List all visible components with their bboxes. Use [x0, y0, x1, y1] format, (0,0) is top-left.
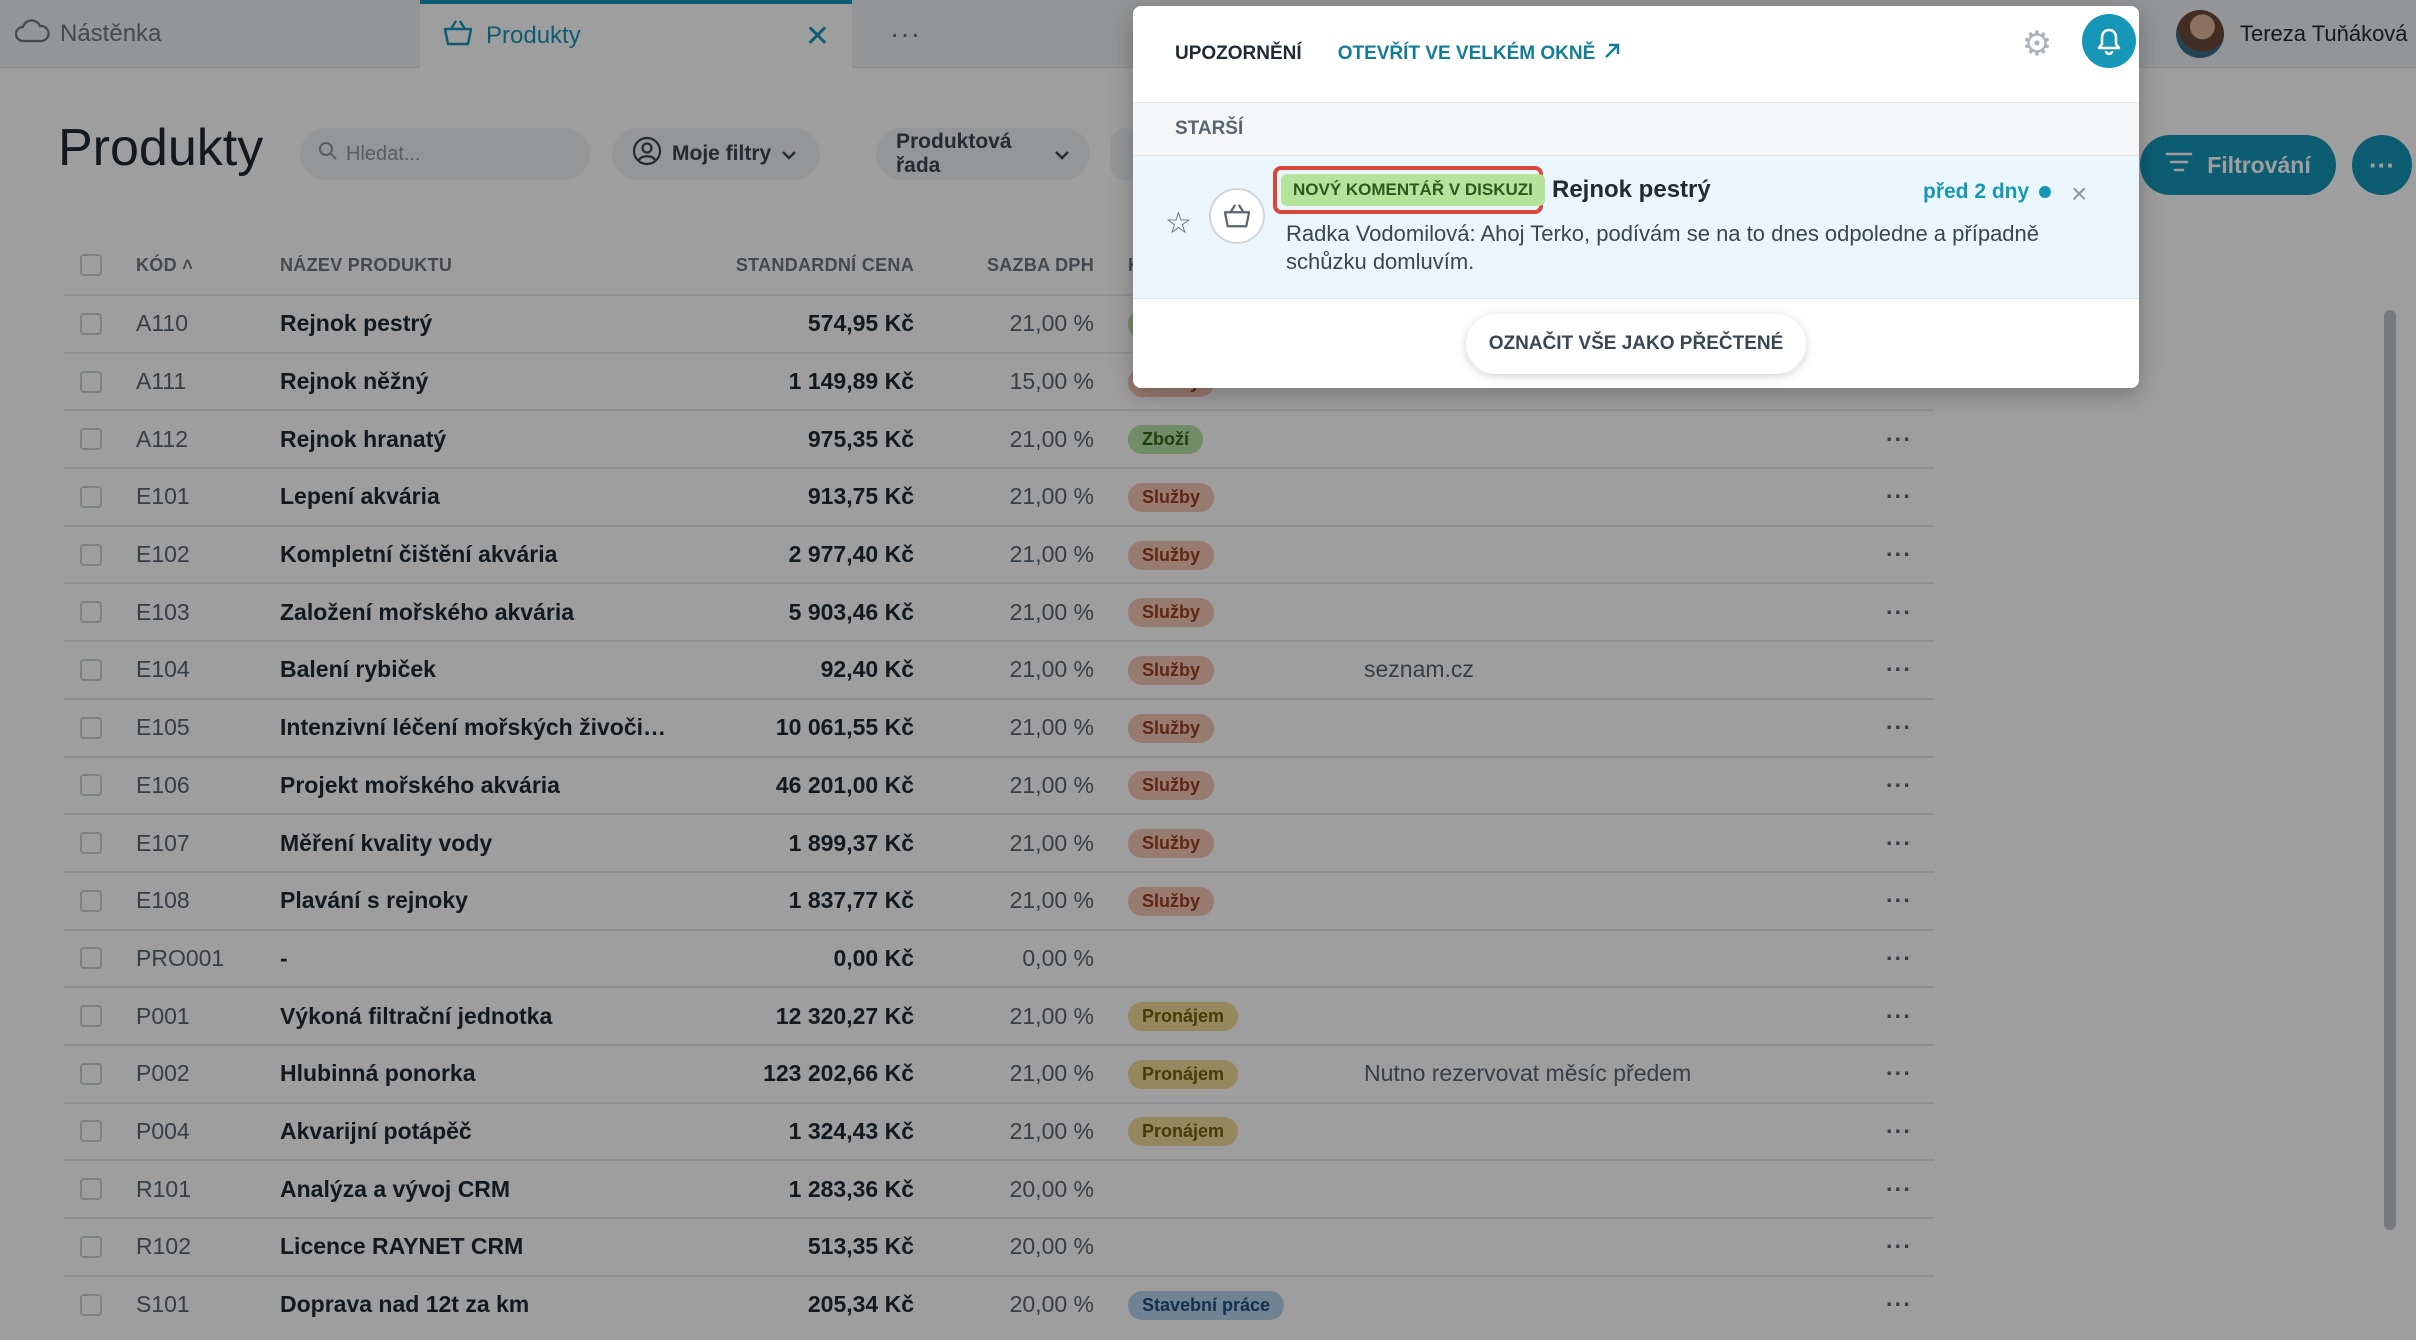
external-arrow-icon: [1603, 42, 1621, 66]
star-icon[interactable]: ☆: [1165, 206, 1199, 240]
basket-icon: [1209, 188, 1265, 244]
notification-type-badge: NOVÝ KOMENTÁŘ V DISKUZI: [1281, 174, 1545, 206]
open-large-window-link[interactable]: OTEVŘÍT VE VELKÉM OKNĚ: [1338, 42, 1622, 66]
notifications-title: UPOZORNĚNÍ: [1175, 43, 1302, 64]
notifications-header: UPOZORNĚNÍ OTEVŘÍT VE VELKÉM OKNĚ: [1133, 6, 2139, 102]
notification-title[interactable]: Rejnok pestrý: [1552, 176, 1711, 204]
mark-all-read-button[interactable]: OZNAČIT VŠE JAKO PŘEČTENÉ: [1466, 313, 1806, 374]
notification-time: před 2 dny: [1923, 180, 2052, 204]
section-older: STARŠÍ: [1133, 102, 2139, 156]
notifications-panel: UPOZORNĚNÍ OTEVŘÍT VE VELKÉM OKNĚ ⚙ STAR…: [1133, 6, 2139, 388]
gear-icon[interactable]: ⚙: [2017, 24, 2057, 64]
notification-body: Radka Vodomilová: Ahoj Terko, podívám se…: [1286, 221, 2040, 274]
unread-dot[interactable]: [2039, 186, 2052, 198]
close-icon[interactable]: ×: [2071, 178, 2087, 210]
bell-icon[interactable]: [2082, 14, 2136, 68]
notification-item[interactable]: ☆ NOVÝ KOMENTÁŘ V DISKUZI Rejnok pestrý …: [1133, 156, 2139, 298]
